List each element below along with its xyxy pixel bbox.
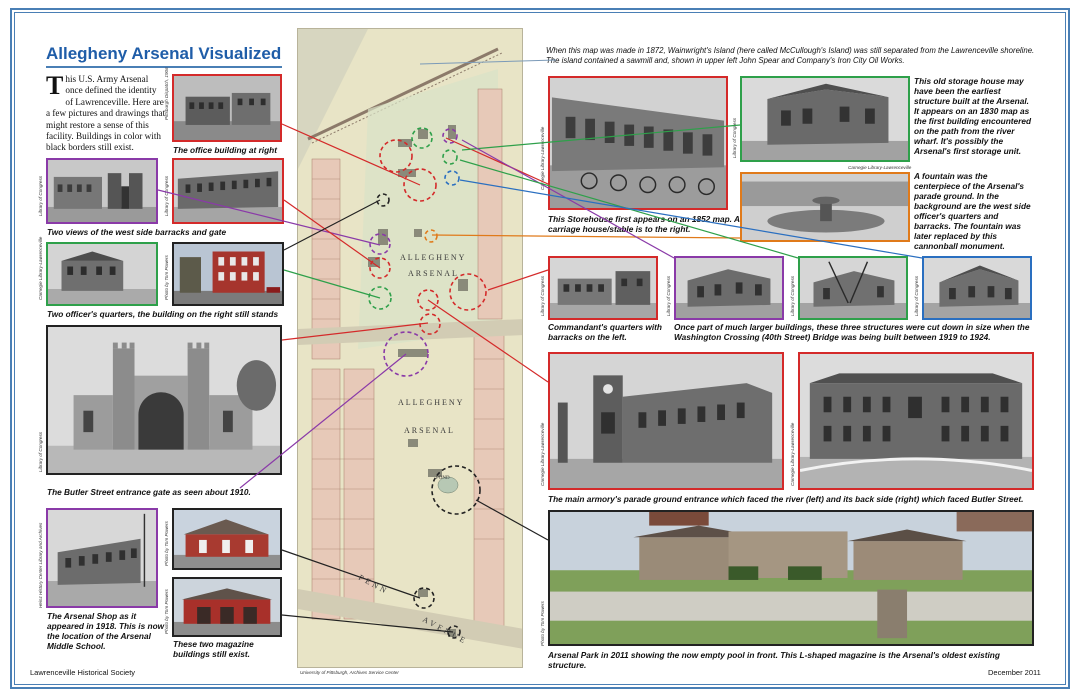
photo-structure-3: [922, 256, 1032, 320]
photo-storage-house: [740, 76, 910, 162]
fountain-image: [742, 174, 908, 240]
credit-cl-5: Carnegie Library-Lawrenceville: [790, 422, 795, 486]
credit-loc-8: Library of Congress: [914, 275, 919, 316]
storage-house-image: [742, 78, 908, 160]
barracks-gate-image: [48, 160, 156, 222]
arsenal-park-image: [550, 512, 1032, 644]
arsenal-map-1872: ALLEGHENY ARSENAL ALLEGHENY ARSENAL POND…: [297, 28, 523, 668]
arsenal-shop-image: [48, 510, 156, 606]
armory-back-image: [800, 354, 1032, 488]
credit-cl-2: Carnegie Library-Lawrenceville: [540, 126, 545, 190]
caption-shop: The Arsenal Shop as it appeared in 1918.…: [47, 611, 165, 651]
credit-loc-4: Library of Congress: [732, 117, 737, 158]
intro-dropcap: T: [46, 71, 64, 100]
caption-office: The office building at right: [173, 145, 278, 155]
photo-structure-1: [674, 256, 784, 320]
map-drawing: ALLEGHENY ARSENAL ALLEGHENY ARSENAL POND…: [298, 29, 522, 667]
caption-storage: This old storage house may have been the…: [914, 76, 1032, 156]
footer-society: Lawrenceville Historical Society: [30, 668, 136, 677]
credit-pitt: University of Pittsburgh, Archives Servi…: [300, 670, 399, 675]
butler-gate-image: [48, 327, 280, 473]
credit-dispatch: Pittsburgh Dispatch, 1906: [164, 67, 169, 120]
page-title: Allegheny Arsenal Visualized: [46, 44, 282, 63]
credit-loc-6: Library of Congress: [666, 275, 671, 316]
credit-cl-4: Carnegie Library-Lawrenceville: [540, 422, 545, 486]
photo-office-building: [172, 74, 282, 142]
caption-barracks: Two views of the west side barracks and …: [47, 227, 227, 237]
photo-officers-quarters-1: [46, 242, 158, 306]
map-label-pond: POND: [436, 476, 450, 481]
caption-commandant: Commandant's quarters with barracks on t…: [548, 322, 662, 342]
photo-magazine-1: [172, 508, 282, 570]
photo-commandant: [548, 256, 658, 320]
office-building-image: [174, 76, 280, 140]
caption-magazine: These two magazine buildings still exist…: [173, 639, 254, 659]
credit-powers-4: Photo by Tom Powers: [540, 601, 545, 646]
credit-loc-5: Library of Congress: [540, 275, 545, 316]
credit-powers-1: Photo by Tom Powers: [164, 255, 169, 300]
photo-barracks-gate: [46, 158, 158, 224]
magazine-image-1: [174, 510, 280, 568]
intro-text: his U.S. Army Arsenal once defined the i…: [46, 74, 166, 153]
photo-arsenal-park: [548, 510, 1034, 646]
photo-arsenal-shop: [46, 508, 158, 608]
storehouse-image: [550, 78, 726, 208]
photo-officers-quarters-2: [172, 242, 284, 306]
credit-loc-3: Library of Congress: [38, 431, 43, 472]
photo-butler-gate: [46, 325, 282, 475]
intro-paragraph: This U.S. Army Arsenal once defined the …: [46, 71, 166, 154]
footer-date: December 2011: [988, 668, 1041, 677]
photo-armory-back: [798, 352, 1034, 490]
structure-image-1: [676, 258, 782, 318]
commandant-image: [550, 258, 656, 318]
credit-cl-3: Carnegie Library-Lawrenceville: [848, 165, 912, 170]
credit-loc-7: Library of Congress: [790, 275, 795, 316]
structure-image-2: [800, 258, 906, 318]
credit-loc-1: Library of Congress: [38, 175, 43, 216]
photo-armory-front: [548, 352, 784, 490]
photo-structure-2: [798, 256, 908, 320]
map-label-allegheny-1: ALLEGHENY: [400, 253, 466, 262]
caption-park: Arsenal Park in 2011 showing the now emp…: [548, 650, 1000, 670]
credit-powers-2: Photo by Tom Powers: [164, 521, 169, 566]
photo-west-barracks: [172, 158, 284, 224]
photo-magazine-2: [172, 577, 282, 637]
caption-armory: The main armory's parade ground entrance…: [548, 494, 1024, 504]
map-label-arsenal-2: ARSENAL: [404, 426, 455, 435]
credit-heinz: Heinz History Center Library and Archive…: [38, 522, 43, 608]
officers-quarters-image-2: [174, 244, 282, 304]
credit-powers-3: Photo by Tom Powers: [164, 589, 169, 634]
map-note: When this map was made in 1872, Wainwrig…: [546, 46, 1035, 65]
map-label-arsenal-1: ARSENAL: [408, 269, 459, 278]
caption-three-structures: Once part of much larger buildings, thes…: [674, 322, 1030, 342]
armory-front-image: [550, 354, 782, 488]
caption-storehouse: This Storehouse first appears on an 1852…: [548, 214, 740, 234]
caption-fountain: A fountain was the centerpiece of the Ar…: [914, 171, 1031, 251]
officers-quarters-image-1: [48, 244, 156, 304]
credit-cl-1: Carnegie Library-Lawrenceville: [38, 236, 43, 300]
credit-loc-2: Library of Congress: [164, 175, 169, 216]
magazine-image-2: [174, 579, 280, 635]
caption-officers: Two officer's quarters, the building on …: [47, 309, 279, 319]
caption-gate: The Butler Street entrance gate as seen …: [47, 487, 251, 497]
photo-fountain: [740, 172, 910, 242]
photo-storehouse: [548, 76, 728, 210]
structure-image-3: [924, 258, 1030, 318]
map-label-allegheny-2: ALLEGHENY: [398, 398, 464, 407]
west-barracks-image: [174, 160, 282, 222]
